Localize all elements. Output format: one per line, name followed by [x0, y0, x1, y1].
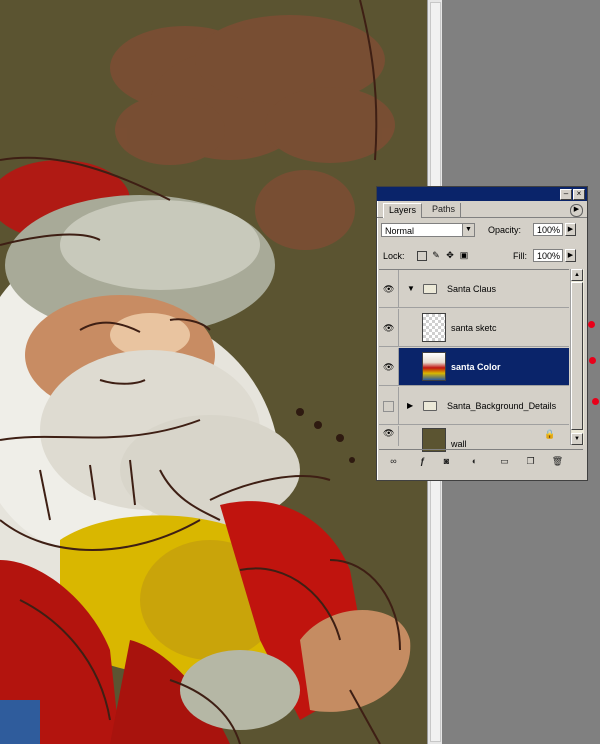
fill-arrow-icon[interactable]: ▶ — [565, 249, 576, 262]
folder-icon — [423, 283, 437, 294]
annotation-dot — [589, 357, 596, 364]
delete-layer-icon[interactable]: 🗑 — [551, 455, 564, 467]
tab-paths[interactable]: Paths — [427, 203, 462, 217]
eye-icon: 👁 — [383, 283, 395, 294]
folder-icon — [423, 400, 437, 411]
tab-layers[interactable]: Layers — [383, 203, 423, 218]
eye-icon: 👁 — [383, 428, 395, 438]
layers-list: 👁 ▼ Santa Claus 👁 santa sketc 👁 santa Co… — [379, 269, 569, 452]
layer-row-santa-background-details[interactable]: ▶ Santa_Background_Details — [379, 387, 569, 425]
santa-painting — [0, 0, 427, 744]
layer-name: Santa Claus — [447, 283, 497, 294]
visibility-toggle[interactable] — [379, 387, 399, 424]
expand-triangle-icon[interactable]: ▼ — [407, 284, 415, 293]
lock-all-icon[interactable]: ▣ — [459, 250, 469, 260]
layer-row-santa-claus[interactable]: 👁 ▼ Santa Claus — [379, 270, 569, 308]
layer-style-icon[interactable]: ƒ — [416, 455, 429, 467]
visibility-toggle[interactable]: 👁 — [379, 270, 399, 307]
collapse-triangle-icon[interactable]: ▶ — [407, 401, 413, 410]
layer-name: santa Color — [451, 361, 501, 372]
eye-icon: 👁 — [383, 361, 395, 372]
chevron-down-icon[interactable]: ▼ — [462, 224, 474, 236]
blend-mode-value: Normal — [385, 226, 415, 236]
opacity-label: Opacity: — [488, 225, 522, 235]
layer-row-santa-sketc[interactable]: 👁 santa sketc — [379, 309, 569, 347]
new-group-icon[interactable]: ▭ — [498, 455, 511, 467]
scroll-up-icon[interactable]: ▲ — [571, 269, 583, 281]
annotation-dot — [592, 398, 599, 405]
fill-label: Fill: — [513, 251, 527, 261]
scroll-down-icon[interactable]: ▼ — [571, 433, 583, 445]
lock-brush-icon[interactable]: ✎ — [431, 250, 441, 260]
eye-icon: 👁 — [383, 322, 395, 333]
layers-panel: – × Layers Paths ▶ Normal ▼ Opacity: 100… — [376, 186, 588, 481]
visibility-toggle[interactable]: 👁 — [379, 348, 399, 385]
opacity-field[interactable]: 100% — [533, 223, 563, 236]
layer-row-santa-color[interactable]: 👁 santa Color — [379, 348, 569, 386]
annotation-dot — [588, 321, 595, 328]
layer-name: santa sketc — [451, 322, 497, 333]
blend-mode-select[interactable]: Normal ▼ — [381, 223, 475, 237]
panel-titlebar[interactable]: – × — [377, 187, 587, 201]
panel-tabs: Layers Paths ▶ — [377, 201, 587, 218]
layer-name: Santa_Background_Details — [447, 400, 557, 411]
lock-transparency-icon[interactable] — [417, 251, 427, 261]
layer-row-wall[interactable]: 👁 wall 🔒 — [379, 426, 569, 452]
lock-move-icon[interactable]: ✥ — [445, 250, 455, 260]
adjustment-layer-icon[interactable]: ◐ — [468, 455, 481, 467]
opacity-arrow-icon[interactable]: ▶ — [565, 223, 576, 236]
close-icon[interactable]: × — [573, 189, 585, 200]
lock-icon: 🔒 — [544, 429, 556, 439]
layers-bottom-toolbar: ∞ ƒ ◙ ◐ ▭ ❐ 🗑 — [379, 449, 583, 474]
layer-thumbnail — [422, 313, 446, 342]
document-canvas[interactable] — [0, 0, 427, 744]
visibility-toggle[interactable]: 👁 — [379, 426, 399, 446]
layers-scrollbar[interactable]: ▲ ▼ — [570, 269, 584, 445]
scroll-thumb[interactable] — [571, 282, 583, 430]
lock-label: Lock: — [383, 251, 405, 261]
eye-hidden-icon — [383, 400, 394, 412]
new-layer-icon[interactable]: ❐ — [524, 455, 537, 467]
panel-menu-icon[interactable]: ▶ — [570, 204, 583, 217]
link-layers-icon[interactable]: ∞ — [387, 455, 400, 467]
minimize-icon[interactable]: – — [560, 189, 572, 200]
fill-field[interactable]: 100% — [533, 249, 563, 262]
layer-thumbnail — [422, 352, 446, 381]
visibility-toggle[interactable]: 👁 — [379, 309, 399, 346]
add-mask-icon[interactable]: ◙ — [440, 455, 453, 467]
